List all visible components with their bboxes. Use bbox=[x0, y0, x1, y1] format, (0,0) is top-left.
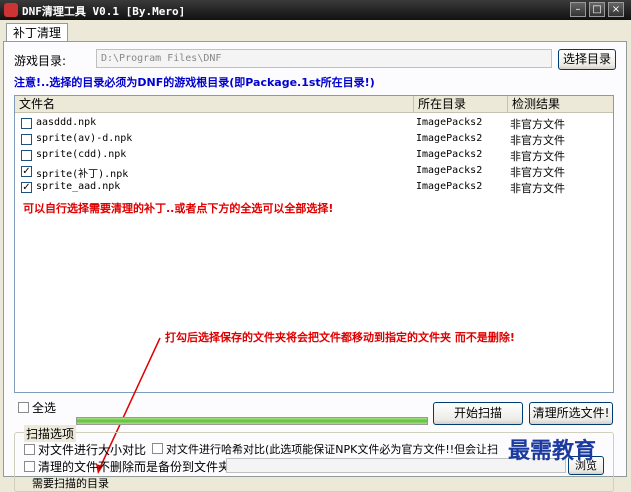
scan-options-title: 扫描选项 bbox=[24, 425, 77, 442]
backup-label: 清理的文件不删除而是备份到文件夹 bbox=[38, 460, 231, 474]
select-all-checkbox[interactable]: 全选 bbox=[18, 399, 56, 416]
size-compare-checkbox[interactable]: 对文件进行大小对比 bbox=[24, 441, 146, 458]
progress-bar bbox=[76, 417, 428, 425]
clean-selected-button[interactable]: 清理所选文件! bbox=[529, 402, 613, 425]
start-scan-button[interactable]: 开始扫描 bbox=[433, 402, 523, 425]
hash-compare-checkbox[interactable]: 对文件进行哈希对比(此选项能保证NPK文件必为官方文件!!但会让扫 bbox=[152, 441, 512, 457]
size-compare-label: 对文件进行大小对比 bbox=[38, 443, 147, 457]
hash-compare-label: 对文件进行哈希对比(此选项能保证NPK文件必为官方文件!!但会让扫 bbox=[166, 443, 499, 456]
select-all-box[interactable] bbox=[18, 402, 29, 413]
scan-directory-label: 需要扫描的目录 bbox=[32, 477, 109, 490]
backup-box[interactable] bbox=[24, 461, 35, 472]
backup-checkbox[interactable]: 清理的文件不删除而是备份到文件夹 bbox=[24, 458, 230, 475]
size-compare-box[interactable] bbox=[24, 444, 35, 455]
hash-compare-box[interactable] bbox=[152, 443, 163, 454]
watermark-logo: 最需教育 bbox=[508, 438, 597, 464]
progress-fill bbox=[77, 418, 427, 424]
select-all-label: 全选 bbox=[32, 401, 57, 415]
